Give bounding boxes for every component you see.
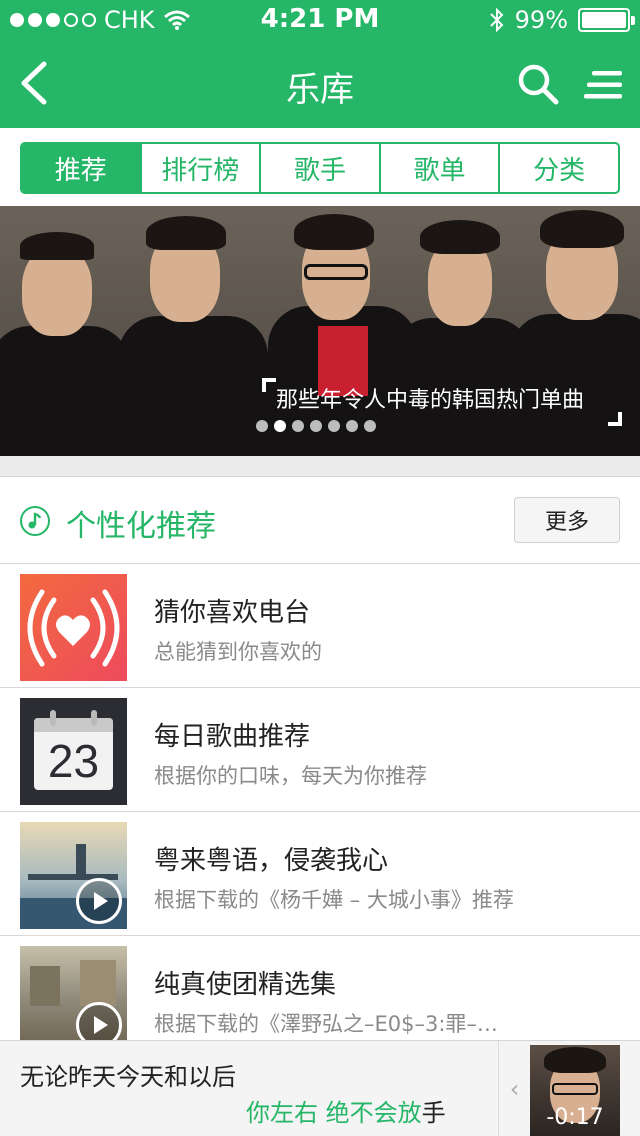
album-cover-painting xyxy=(20,946,127,1053)
status-bar: CHK 4:21 PM 99% xyxy=(0,0,640,40)
play-icon[interactable] xyxy=(76,878,122,924)
item-title: 猜你喜欢电台 xyxy=(154,598,311,628)
item-title: 粤来粤语，侵袭我心 xyxy=(154,846,389,876)
mini-player[interactable]: 无论昨天今天和以后 你左右 绝不会放手 ‹ -0:17 xyxy=(0,1040,640,1136)
menu-icon[interactable] xyxy=(584,68,624,102)
bluetooth-icon xyxy=(489,7,504,33)
item-subtitle: 总能猜到你喜欢的 xyxy=(154,640,322,664)
calendar-day: 23 xyxy=(47,735,100,787)
tab-categories[interactable]: 分类 xyxy=(498,144,618,192)
now-playing-title: 无论昨天今天和以后 xyxy=(20,1063,236,1091)
tab-charts[interactable]: 排行榜 xyxy=(139,144,260,192)
item-title: 纯真使团精选集 xyxy=(154,970,337,1000)
header: CHK 4:21 PM 99% 乐库 xyxy=(0,0,640,128)
search-icon[interactable] xyxy=(516,62,560,106)
list-item[interactable]: 猜你喜欢电台 总能猜到你喜欢的 xyxy=(0,564,640,688)
featured-banner[interactable]: 那些年令人中毒的韩国热门单曲 xyxy=(0,206,640,456)
current-lyric: 你左右 绝不会放手 xyxy=(246,1099,446,1127)
tab-bar: 推荐 排行榜 歌手 歌单 分类 xyxy=(0,128,640,206)
list-item[interactable]: 23 每日歌曲推荐 根据你的口味，每天为你推荐 xyxy=(0,688,640,812)
tab-recommend[interactable]: 推荐 xyxy=(22,144,140,192)
item-subtitle: 根据下载的《澤野弘之–E0$–3:罪–… xyxy=(154,1012,498,1036)
banner-pagination[interactable] xyxy=(256,420,376,432)
list-item[interactable]: 粤来粤语，侵袭我心 根据下载的《杨千嬅 – 大城小事》推荐 xyxy=(0,812,640,936)
section-title: 个性化推荐 xyxy=(66,509,216,544)
item-subtitle: 根据你的口味，每天为你推荐 xyxy=(154,764,427,788)
tab-playlists[interactable]: 歌单 xyxy=(378,144,499,192)
battery-icon xyxy=(578,8,635,32)
tab-artists[interactable]: 歌手 xyxy=(259,144,379,192)
radio-heart-icon xyxy=(20,574,127,681)
banner-caption: 那些年令人中毒的韩国热门单曲 xyxy=(262,378,622,426)
chevron-left-icon[interactable]: ‹ xyxy=(498,1041,530,1136)
album-cover-bridge xyxy=(20,822,127,929)
section-header: 个性化推荐 更多 xyxy=(0,476,640,564)
more-button[interactable]: 更多 xyxy=(514,497,620,543)
battery-percent: 99% xyxy=(514,6,568,34)
calendar-icon: 23 xyxy=(20,698,127,805)
music-note-icon xyxy=(20,506,50,536)
nav-bar: 乐库 xyxy=(0,40,640,128)
item-subtitle: 根据下载的《杨千嬅 – 大城小事》推荐 xyxy=(154,888,514,912)
playback-time: -0:17 xyxy=(546,1105,604,1130)
item-title: 每日歌曲推荐 xyxy=(154,722,311,752)
